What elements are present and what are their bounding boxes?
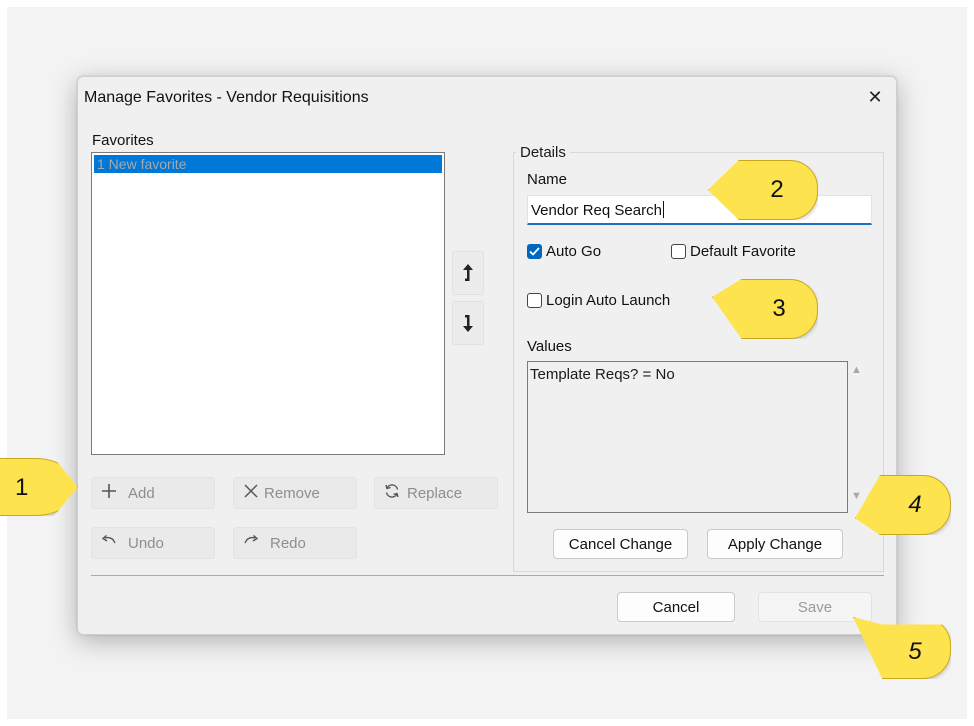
scroll-up-icon[interactable]: ▲ (851, 364, 862, 376)
refresh-icon (381, 483, 403, 504)
callout-3-number: 3 (772, 295, 786, 322)
text-caret (662, 201, 664, 218)
name-label: Name (527, 171, 568, 188)
title-bar: Manage Favorites - Vendor Requisitions ✕ (78, 77, 896, 117)
favorites-list-item[interactable]: 1 New favorite (94, 155, 442, 173)
undo-button[interactable]: Undo (91, 527, 215, 559)
cancel-button[interactable]: Cancel (617, 592, 735, 622)
redo-button[interactable]: Redo (233, 527, 357, 559)
values-label: Values (527, 338, 572, 355)
auto-go-checkbox[interactable]: Auto Go (527, 243, 601, 260)
checkbox-checked-icon (527, 244, 542, 259)
plus-icon (98, 483, 120, 504)
remove-button-label: Remove (264, 484, 320, 502)
callout-4-number: 4 (908, 491, 922, 518)
redo-icon (240, 534, 262, 552)
values-textarea[interactable]: Template Reqs? = No (527, 361, 848, 513)
auto-go-label: Auto Go (546, 243, 602, 260)
redo-button-label: Redo (270, 534, 306, 552)
checkbox-unchecked-icon (527, 293, 542, 308)
cancel-change-button[interactable]: Cancel Change (553, 529, 688, 559)
replace-button[interactable]: Replace (374, 477, 498, 509)
close-icon: ✕ (867, 87, 883, 107)
checkbox-unchecked-icon (671, 244, 686, 259)
default-favorite-checkbox[interactable]: Default Favorite (671, 243, 796, 260)
add-button[interactable]: Add (91, 477, 215, 509)
dialog-title: Manage Favorites - Vendor Requisitions (84, 89, 369, 106)
name-input-value: Vendor Req Search (531, 202, 662, 219)
callout-1-number: 1 (15, 474, 29, 501)
replace-button-label: Replace (407, 484, 463, 502)
login-auto-launch-label: Login Auto Launch (546, 292, 671, 309)
divider (91, 575, 884, 576)
favorites-label: Favorites (92, 132, 154, 149)
move-up-button[interactable] (452, 251, 484, 295)
arrow-up-icon (463, 264, 473, 281)
apply-change-button[interactable]: Apply Change (707, 529, 843, 559)
details-legend: Details (516, 144, 570, 161)
scroll-down-icon[interactable]: ▼ (851, 490, 862, 502)
move-down-button[interactable] (452, 301, 484, 345)
callout-2-number: 2 (770, 176, 784, 203)
favorites-list[interactable]: 1 New favorite (91, 152, 445, 455)
close-button[interactable]: ✕ (860, 83, 890, 111)
callout-5-number: 5 (908, 638, 922, 665)
x-icon (240, 483, 262, 503)
undo-icon (98, 534, 120, 552)
add-button-label: Add (128, 484, 155, 502)
name-input[interactable]: Vendor Req Search (527, 195, 872, 225)
default-favorite-label: Default Favorite (690, 243, 796, 260)
login-auto-launch-checkbox[interactable]: Login Auto Launch (527, 292, 670, 309)
arrow-down-icon (463, 315, 473, 332)
manage-favorites-dialog: Manage Favorites - Vendor Requisitions ✕… (77, 76, 897, 635)
undo-button-label: Undo (128, 534, 164, 552)
values-text: Template Reqs? = No (530, 366, 675, 383)
remove-button[interactable]: Remove (233, 477, 357, 509)
